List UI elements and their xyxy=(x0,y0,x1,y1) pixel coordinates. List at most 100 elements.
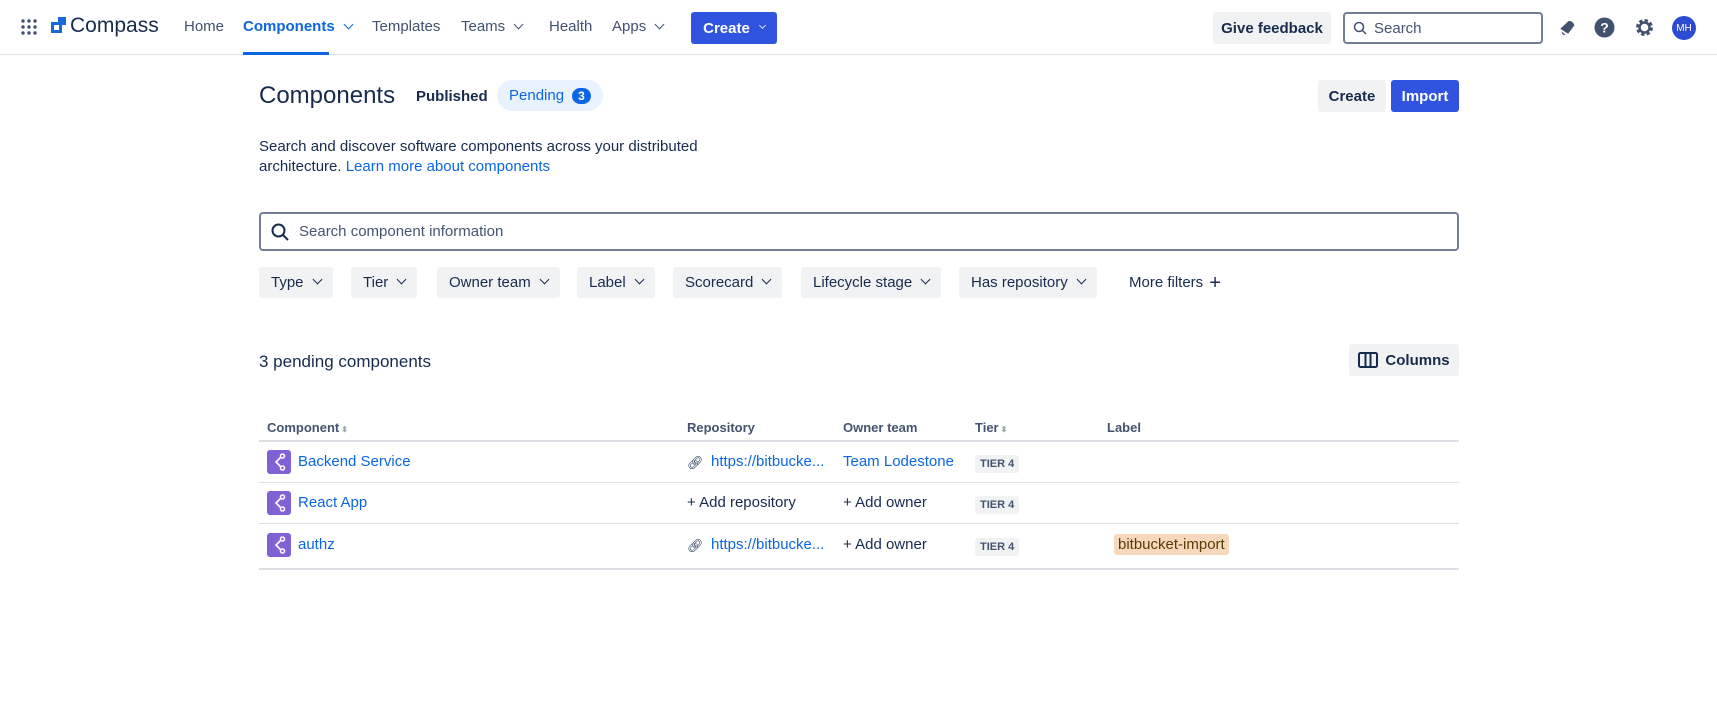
add-owner-button[interactable]: + Add owner xyxy=(843,494,927,511)
avatar[interactable]: MH xyxy=(1672,16,1696,40)
search-placeholder: Search component information xyxy=(299,223,504,240)
chevron-down-icon xyxy=(761,274,772,285)
plus-icon: + xyxy=(1209,271,1221,294)
tab-pending[interactable]: Pending 3 xyxy=(497,80,603,111)
filter-tier[interactable]: Tier xyxy=(351,267,418,298)
header-repository: Repository xyxy=(687,420,755,435)
settings-gear-icon[interactable] xyxy=(1634,17,1655,38)
filter-scorecard[interactable]: Scorecard xyxy=(673,267,783,298)
component-name-link[interactable]: authz xyxy=(298,536,335,553)
desc-line1: Search and discover software components … xyxy=(259,138,698,155)
row-divider xyxy=(259,482,1459,483)
header-owner-team: Owner team xyxy=(843,420,918,435)
tier-badge: TIER 4 xyxy=(975,538,1020,556)
sort-icon: ⬍ xyxy=(341,425,348,434)
header-tier[interactable]: Tier ⬍ xyxy=(975,420,1007,435)
link-icon: 🔗︎ xyxy=(687,538,704,553)
component-name-link[interactable]: Backend Service xyxy=(298,453,411,470)
filter-type[interactable]: Type xyxy=(259,267,333,298)
nav-teams-label: Teams xyxy=(461,18,506,35)
filter-label: Tier xyxy=(363,274,389,291)
link-icon: 🔗︎ xyxy=(687,455,704,470)
nav-components-label: Components xyxy=(243,18,335,35)
nav-templates[interactable]: Templates xyxy=(372,18,440,35)
row-divider xyxy=(259,523,1459,524)
chevron-down-icon xyxy=(1076,274,1087,285)
component-service-icon xyxy=(267,450,291,474)
filter-label: Lifecycle stage xyxy=(813,274,913,291)
filter-label[interactable]: Label xyxy=(577,267,655,298)
filter-lifecycle-stage[interactable]: Lifecycle stage xyxy=(801,267,942,298)
chevron-down-icon xyxy=(513,19,524,30)
nav-apps-label: Apps xyxy=(612,18,647,35)
app-switcher-icon[interactable] xyxy=(21,19,37,35)
component-name-link[interactable]: React App xyxy=(298,494,367,511)
create-label: Create xyxy=(703,19,750,37)
global-search-input[interactable]: Search xyxy=(1343,12,1543,44)
search-icon xyxy=(271,223,289,241)
sort-icon: ⬍ xyxy=(1000,425,1008,434)
pending-summary: 3 pending components xyxy=(259,352,432,371)
search-icon xyxy=(1353,21,1367,35)
columns-icon xyxy=(1358,352,1379,368)
chevron-down-icon xyxy=(343,19,354,30)
import-button[interactable]: Import xyxy=(1391,80,1459,112)
tab-published[interactable]: Published xyxy=(416,88,488,105)
chevron-down-icon xyxy=(758,21,766,29)
columns-label: Columns xyxy=(1385,351,1450,369)
notifications-bell-icon[interactable] xyxy=(1557,18,1576,37)
component-service-icon xyxy=(267,491,291,515)
give-feedback-button[interactable]: Give feedback xyxy=(1213,12,1331,44)
tier-badge: TIER 4 xyxy=(975,455,1020,473)
chevron-down-icon xyxy=(396,274,407,285)
top-nav: Compass Home Components Templates Teams … xyxy=(0,0,1717,55)
pending-count-badge: 3 xyxy=(572,87,591,104)
chevron-down-icon xyxy=(920,274,931,285)
repository-link[interactable]: https://bitbucke... xyxy=(711,536,824,553)
filter-label: Label xyxy=(589,274,626,291)
nav-apps[interactable]: Apps xyxy=(612,18,665,35)
help-icon[interactable]: ? xyxy=(1594,17,1615,38)
nav-home[interactable]: Home xyxy=(184,18,224,35)
filter-label: Owner team xyxy=(449,274,531,291)
page-description: Search and discover software components … xyxy=(259,137,698,177)
component-service-icon xyxy=(267,533,291,557)
logo-text[interactable]: Compass xyxy=(70,14,159,38)
filter-label: Scorecard xyxy=(685,274,754,291)
filter-label: Type xyxy=(271,274,304,291)
filter-label: Has repository xyxy=(971,274,1068,291)
chevron-down-icon xyxy=(312,274,322,285)
nav-teams[interactable]: Teams xyxy=(461,18,524,35)
nav-components[interactable]: Components xyxy=(243,18,354,35)
tier-badge: TIER 4 xyxy=(975,496,1020,514)
active-nav-indicator xyxy=(243,52,329,55)
component-search-input[interactable]: Search component information xyxy=(259,212,1459,251)
header-label: Label xyxy=(1107,420,1141,435)
nav-create-button[interactable]: Create xyxy=(691,12,777,44)
label-badge[interactable]: bitbucket-import xyxy=(1114,534,1229,555)
chevron-down-icon xyxy=(539,274,550,285)
create-button[interactable]: Create xyxy=(1318,80,1386,112)
tab-pending-label: Pending xyxy=(509,87,565,104)
add-repository-button[interactable]: + Add repository xyxy=(687,494,796,511)
filter-has-repository[interactable]: Has repository xyxy=(959,267,1097,298)
owner-team-link[interactable]: Team Lodestone xyxy=(843,453,954,470)
columns-button[interactable]: Columns xyxy=(1349,344,1459,376)
nav-health[interactable]: Health xyxy=(549,18,592,35)
filter-owner-team[interactable]: Owner team xyxy=(437,267,560,298)
chevron-down-icon xyxy=(634,274,645,285)
more-filters-label: More filters xyxy=(1129,274,1204,291)
more-filters-button[interactable]: More filters + xyxy=(1117,267,1233,298)
chevron-down-icon xyxy=(654,19,665,30)
learn-more-link[interactable]: Learn more about components xyxy=(346,158,550,175)
table-bottom-divider xyxy=(259,568,1459,570)
repository-link[interactable]: https://bitbucke... xyxy=(711,453,824,470)
header-label: Component xyxy=(267,420,340,435)
add-owner-button[interactable]: + Add owner xyxy=(843,536,927,553)
svg-text:?: ? xyxy=(1600,20,1609,36)
header-component[interactable]: Component ⬍ xyxy=(267,420,348,435)
desc-line2: architecture. xyxy=(259,158,342,175)
compass-logo-icon xyxy=(51,17,66,33)
search-placeholder: Search xyxy=(1374,20,1422,37)
header-divider xyxy=(259,440,1459,442)
